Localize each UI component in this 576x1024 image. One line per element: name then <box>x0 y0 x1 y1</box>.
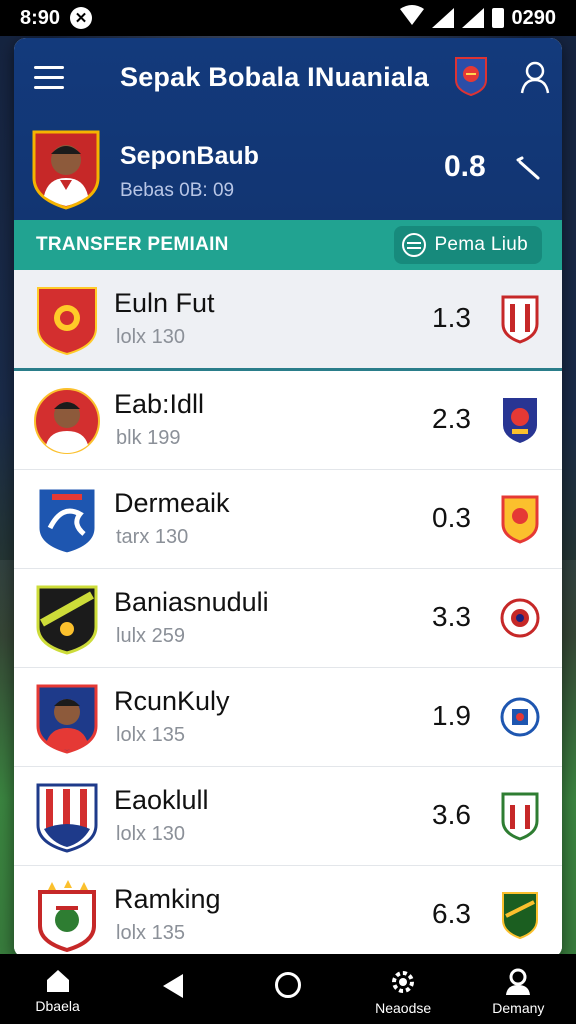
team-badge-icon <box>501 792 539 841</box>
team-badge-icon <box>500 598 540 638</box>
menu-icon[interactable] <box>34 66 64 90</box>
user-avatar[interactable] <box>30 126 102 210</box>
battery-icon <box>491 8 504 28</box>
nav-system-home[interactable] <box>238 968 338 998</box>
home-circle-icon <box>274 972 301 998</box>
player-subtitle: lulx 259 <box>116 625 185 647</box>
edit-icon[interactable] <box>514 154 542 182</box>
back-icon <box>162 974 183 998</box>
player-subtitle: tarx 130 <box>116 526 189 548</box>
user-name: SeponBaub <box>120 142 259 170</box>
player-subtitle: lolx 130 <box>116 326 185 348</box>
team-badge-icon <box>502 892 538 940</box>
wifi-icon <box>399 5 424 31</box>
list-item[interactable]: Euln Fut lolx 130 1.3 <box>14 270 562 371</box>
main-card: Sepak Bobala INuaniala SeponBaub Bebas 0… <box>14 38 562 958</box>
player-subtitle: lolx 135 <box>116 922 185 944</box>
player-name: Dermeaik <box>114 488 230 518</box>
player-name: Ramking <box>114 884 221 914</box>
player-subtitle: lolx 135 <box>116 724 185 746</box>
section-button[interactable]: Pema Liub <box>394 226 542 264</box>
user-score: 0.8 <box>444 150 486 183</box>
signal-icon-2 <box>461 8 484 28</box>
player-avatar-icon <box>34 388 100 454</box>
team-badge-icon <box>501 495 539 544</box>
player-value: 3.6 <box>432 799 471 830</box>
app-title: Sepak Bobala INuaniala <box>120 62 430 92</box>
status-time: 8:90 <box>20 6 61 29</box>
team-badge-icon <box>503 398 537 443</box>
notification-icon: ✕ <box>70 7 93 29</box>
club-crest-icon <box>36 585 98 655</box>
nav-back[interactable] <box>123 968 223 998</box>
nav-home[interactable]: Dbaela <box>8 968 108 1014</box>
club-crest-icon <box>38 880 96 952</box>
team-badge-icon <box>500 697 540 737</box>
player-name: Eaoklull <box>114 785 209 815</box>
home-icon <box>46 970 69 992</box>
signal-icon <box>431 8 454 28</box>
club-crest-icon <box>36 486 98 556</box>
club-crest-icon <box>37 287 97 356</box>
status-right-text: 0290 <box>511 6 557 29</box>
settings-icon <box>392 971 415 993</box>
player-value: 6.3 <box>432 898 471 929</box>
user-profile-icon[interactable] <box>520 60 550 94</box>
player-value: 3.3 <box>432 601 471 632</box>
player-value: 0.3 <box>432 502 471 533</box>
player-name: Eab:Idll <box>114 389 205 419</box>
club-crest-icon <box>36 783 98 853</box>
user-subtitle: Bebas 0B: 09 <box>120 180 235 201</box>
player-name: Euln Fut <box>114 288 215 318</box>
player-value: 1.9 <box>432 700 471 731</box>
club-crest-icon[interactable] <box>454 56 488 96</box>
list-icon <box>402 233 427 257</box>
player-name: Baniasnuduli <box>114 587 269 617</box>
player-value: 2.3 <box>432 403 471 434</box>
list-item[interactable]: Baniasnuduli lulx 259 3.3 <box>14 569 562 668</box>
nav-profile[interactable]: Demany <box>468 968 568 1016</box>
player-avatar-icon <box>36 684 98 754</box>
profile-icon <box>506 968 531 995</box>
bottom-navigation: Dbaela Neaodse Demany <box>0 954 576 1024</box>
list-item[interactable]: Dermeaik tarx 130 0.3 <box>14 470 562 569</box>
list-item[interactable]: RcunKuly lolx 135 1.9 <box>14 668 562 767</box>
nav-profile-label: Demany <box>492 1000 545 1016</box>
section-button-label: Pema Liub <box>434 234 528 255</box>
section-title: TRANSFER PEMIAIN <box>36 234 229 255</box>
team-badge-icon <box>501 295 539 344</box>
transfer-section-bar: TRANSFER PEMIAIN Pema Liub <box>14 220 562 270</box>
transfer-list: Euln Fut lolx 130 1.3 Eab:Idll blk 199 2… <box>14 270 562 958</box>
nav-settings[interactable]: Neaodse <box>353 968 453 1016</box>
app-header: Sepak Bobala INuaniala SeponBaub Bebas 0… <box>14 38 562 220</box>
nav-home-label: Dbaela <box>35 998 80 1014</box>
player-subtitle: blk 199 <box>116 427 181 449</box>
list-item[interactable]: Eab:Idll blk 199 2.3 <box>14 371 562 470</box>
player-name: RcunKuly <box>114 686 230 716</box>
player-subtitle: lolx 130 <box>116 823 185 845</box>
player-value: 1.3 <box>432 302 471 333</box>
list-item[interactable]: Ramking lolx 135 6.3 <box>14 866 562 958</box>
nav-settings-label: Neaodse <box>375 1000 432 1016</box>
status-bar: 8:90 ✕ 0290 <box>0 0 576 36</box>
list-item[interactable]: Eaoklull lolx 130 3.6 <box>14 767 562 866</box>
